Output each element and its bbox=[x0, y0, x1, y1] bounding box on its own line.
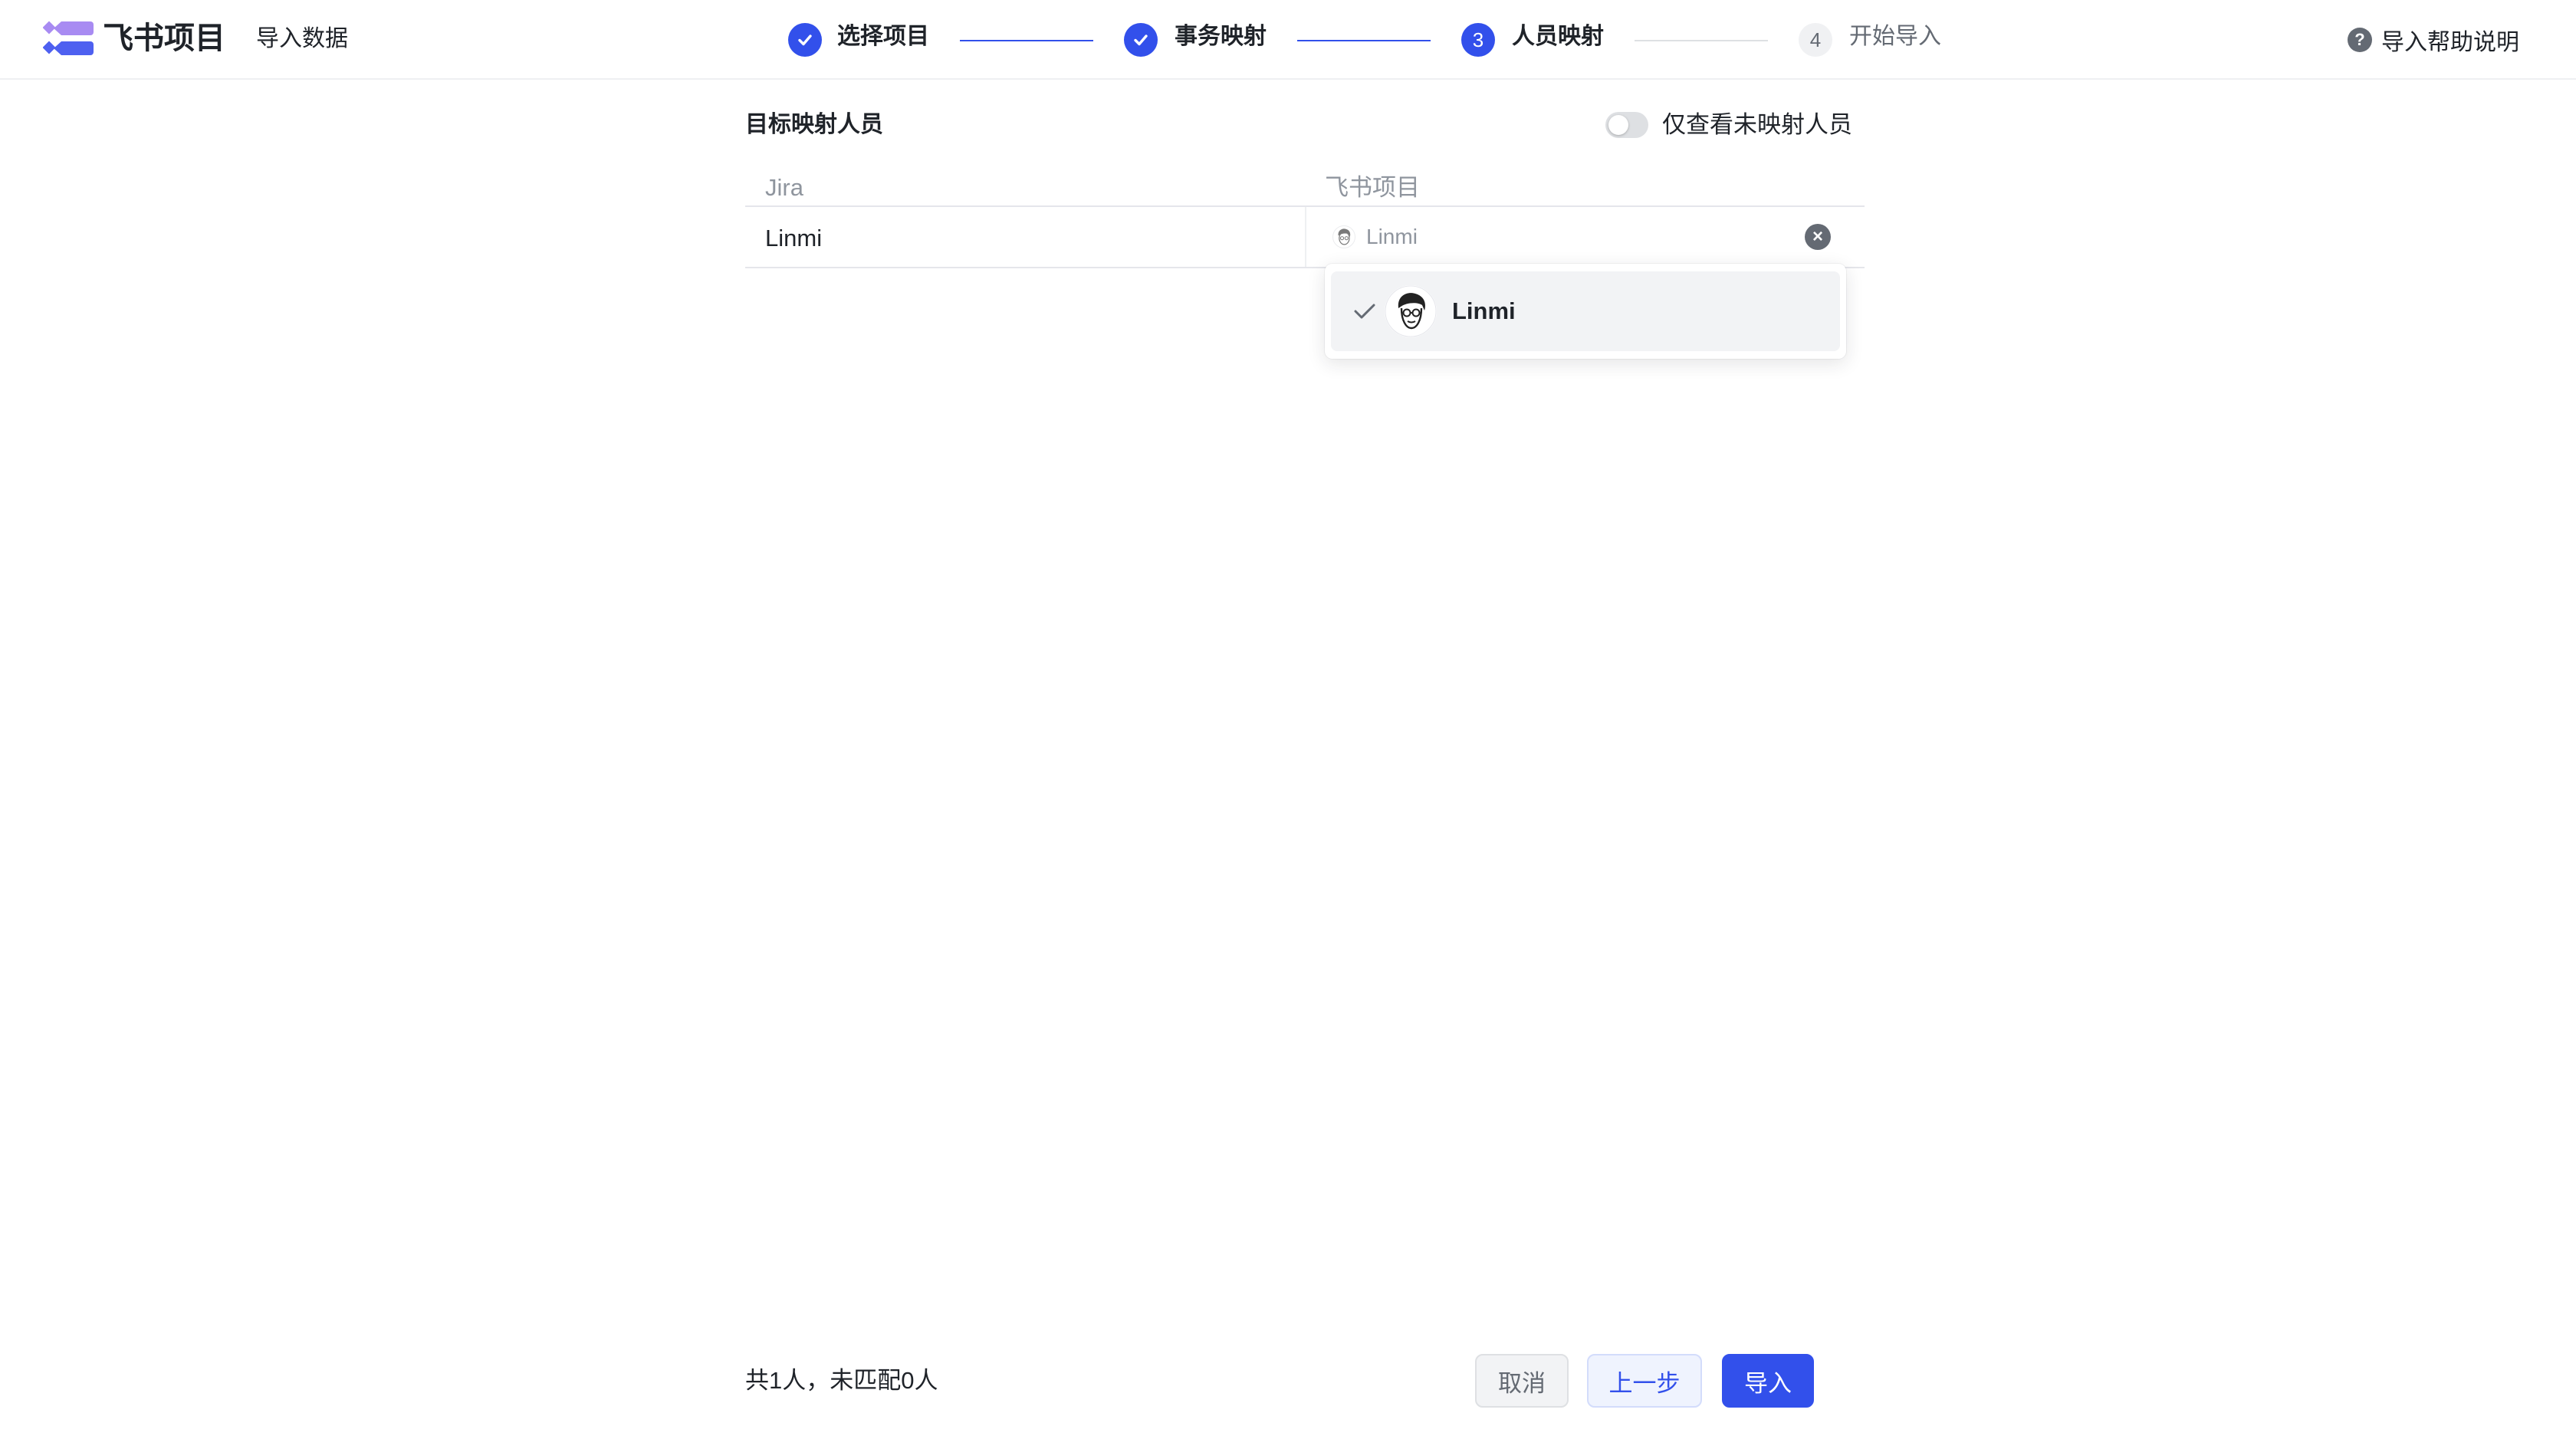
mapping-title: 目标映射人员 bbox=[745, 112, 883, 137]
cancel-button[interactable]: 取消 bbox=[1475, 1354, 1569, 1408]
help-link[interactable]: ? 导入帮助说明 bbox=[2348, 23, 2519, 57]
app-brand: 飞书项目 bbox=[103, 21, 225, 55]
previous-step-button[interactable]: 上一步 bbox=[1587, 1354, 1702, 1408]
avatar bbox=[1332, 225, 1355, 248]
dropdown-option-user[interactable]: Linmi bbox=[1331, 271, 1840, 351]
target-user-value: Linmi bbox=[1366, 225, 1418, 248]
avatar bbox=[1385, 285, 1437, 337]
question-icon: ? bbox=[2348, 28, 2372, 52]
import-button[interactable]: 导入 bbox=[1722, 1354, 1814, 1408]
step-4-label: 开始导入 bbox=[1849, 24, 1941, 49]
help-label: 导入帮助说明 bbox=[2381, 30, 2519, 55]
table-row-source-user: Linmi bbox=[765, 225, 823, 251]
toggle-knob bbox=[1608, 115, 1628, 135]
option-user-name: Linmi bbox=[1452, 297, 1516, 324]
step-2-label: 事务映射 bbox=[1175, 24, 1267, 49]
step-connector-3 bbox=[1635, 40, 1768, 41]
checkmark-icon bbox=[1354, 304, 1375, 319]
page-subtitle: 导入数据 bbox=[256, 26, 348, 51]
step-4-number: 4 bbox=[1799, 23, 1832, 57]
step-1-label: 选择项目 bbox=[837, 24, 929, 49]
unmapped-only-toggle[interactable] bbox=[1605, 112, 1648, 138]
mapping-summary: 共1人，未匹配0人 bbox=[745, 1367, 938, 1394]
step-3-label: 人员映射 bbox=[1512, 24, 1604, 49]
column-header-feishu: 飞书项目 bbox=[1325, 174, 1420, 201]
app-logo bbox=[43, 21, 94, 55]
step-connector-2 bbox=[1297, 40, 1431, 41]
user-select-dropdown: Linmi bbox=[1325, 264, 1846, 359]
step-1-check-icon bbox=[788, 23, 822, 57]
unmapped-only-label: 仅查看未映射人员 bbox=[1662, 111, 1852, 138]
top-header: 飞书项目 导入数据 选择项目 事务映射 3 人员映射 4 开始导入 ? 导入帮助… bbox=[0, 0, 2576, 80]
step-3-number: 3 bbox=[1461, 23, 1495, 57]
step-connector-1 bbox=[960, 40, 1093, 41]
target-user-select[interactable]: Linmi bbox=[1306, 207, 1835, 268]
step-2-check-icon bbox=[1124, 23, 1158, 57]
clear-selection-icon[interactable]: × bbox=[1805, 224, 1831, 250]
column-header-jira: Jira bbox=[765, 174, 803, 201]
